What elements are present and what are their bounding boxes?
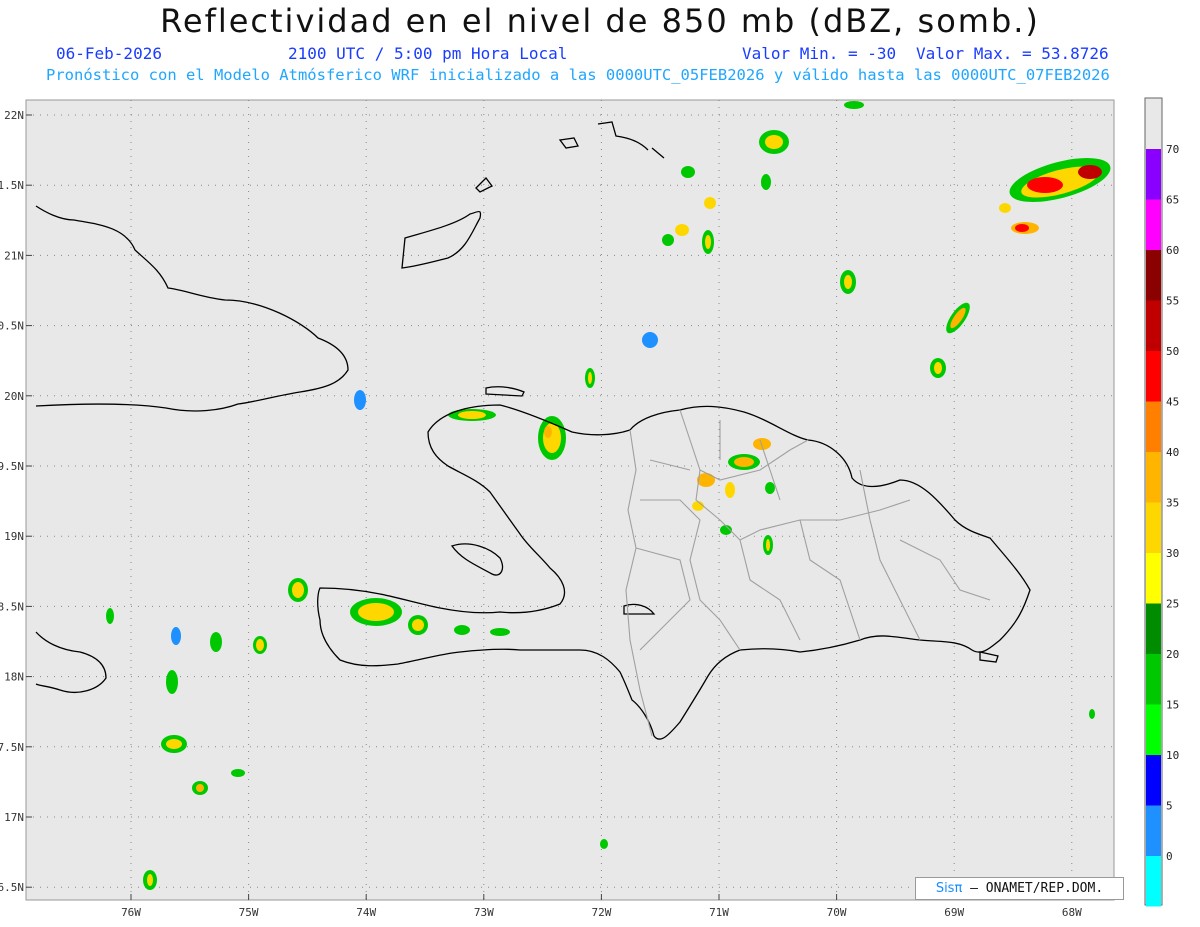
colorbar-swatch: [1146, 199, 1161, 250]
colorbar-swatch: [1146, 351, 1161, 402]
lat-tick-label: 18.5N: [0, 600, 24, 613]
colorbar-swatch: [1146, 452, 1161, 503]
colorbar-label: 20: [1166, 648, 1179, 661]
colorbar-label: 35: [1166, 497, 1179, 510]
lat-tick-label: 17.5N: [0, 741, 24, 754]
lat-tick-label: 19N: [4, 530, 24, 543]
lon-tick-label: 75W: [239, 906, 259, 919]
colorbar-label: 50: [1166, 345, 1179, 358]
colorbar-swatch: [1146, 805, 1161, 856]
colorbar-swatch: [1146, 704, 1161, 755]
lat-tick-label: 22N: [4, 109, 24, 122]
colorbar-swatch: [1146, 603, 1161, 654]
colorbar-label: 5: [1166, 800, 1173, 813]
colorbar-swatch: [1146, 654, 1161, 705]
lon-tick-label: 73W: [474, 906, 494, 919]
sisp-logo: Sisπ: [935, 881, 963, 896]
colorbar-label: 65: [1166, 194, 1179, 207]
colorbar-label: 40: [1166, 446, 1179, 459]
colorbar-label: 10: [1166, 749, 1179, 762]
lon-tick-label: 72W: [591, 906, 611, 919]
lon-tick-label: 74W: [356, 906, 376, 919]
colorbar-label: 45: [1166, 396, 1179, 409]
lat-tick-label: 16.5N: [0, 881, 24, 894]
lat-tick-label: 19.5N: [0, 460, 24, 473]
colorbar-swatch: [1146, 755, 1161, 806]
colorbar-swatch: [1146, 856, 1161, 907]
plot-area: [25, 99, 1115, 901]
credit-text: – ONAMET/REP.DOM.: [962, 881, 1104, 896]
lat-tick-label: 18N: [4, 671, 24, 684]
lon-tick-label: 68W: [1062, 906, 1082, 919]
colorbar-label: 70: [1166, 143, 1179, 156]
lat-tick-label: 20N: [4, 390, 24, 403]
colorbar-swatch: [1146, 401, 1161, 452]
colorbar-label: 0: [1166, 850, 1173, 863]
lon-tick-label: 76W: [121, 906, 141, 919]
lon-tick-label: 71W: [709, 906, 729, 919]
lat-tick-label: 20.5N: [0, 320, 24, 333]
colorbar-swatch: [1146, 553, 1161, 604]
lat-tick-label: 17N: [4, 811, 24, 824]
lat-tick-label: 21N: [4, 249, 24, 262]
colorbar-label: 60: [1166, 244, 1179, 257]
colorbar-swatch: [1146, 149, 1161, 200]
reflectivity-map: 22N 21.5N 21N 20.5N 20N 19.5N 19N 18.5N 18N 17.5N…: [0, 97, 1179, 919]
colorbar-swatch: [1146, 250, 1161, 301]
colorbar-label: 55: [1166, 295, 1179, 308]
lat-tick-label: 21.5N: [0, 179, 24, 192]
credit-box: Sisπ – ONAMET/REP.DOM.: [915, 877, 1124, 900]
lon-tick-label: 70W: [827, 906, 847, 919]
colorbar-swatch: [1146, 300, 1161, 351]
lon-tick-label: 69W: [944, 906, 964, 919]
colorbar-label: 30: [1166, 547, 1179, 560]
colorbar-label: 15: [1166, 699, 1179, 712]
colorbar-label: 25: [1166, 598, 1179, 611]
color-scale: 7065605550454035302520151050: [1144, 97, 1179, 907]
colorbar-swatch: [1146, 502, 1161, 553]
